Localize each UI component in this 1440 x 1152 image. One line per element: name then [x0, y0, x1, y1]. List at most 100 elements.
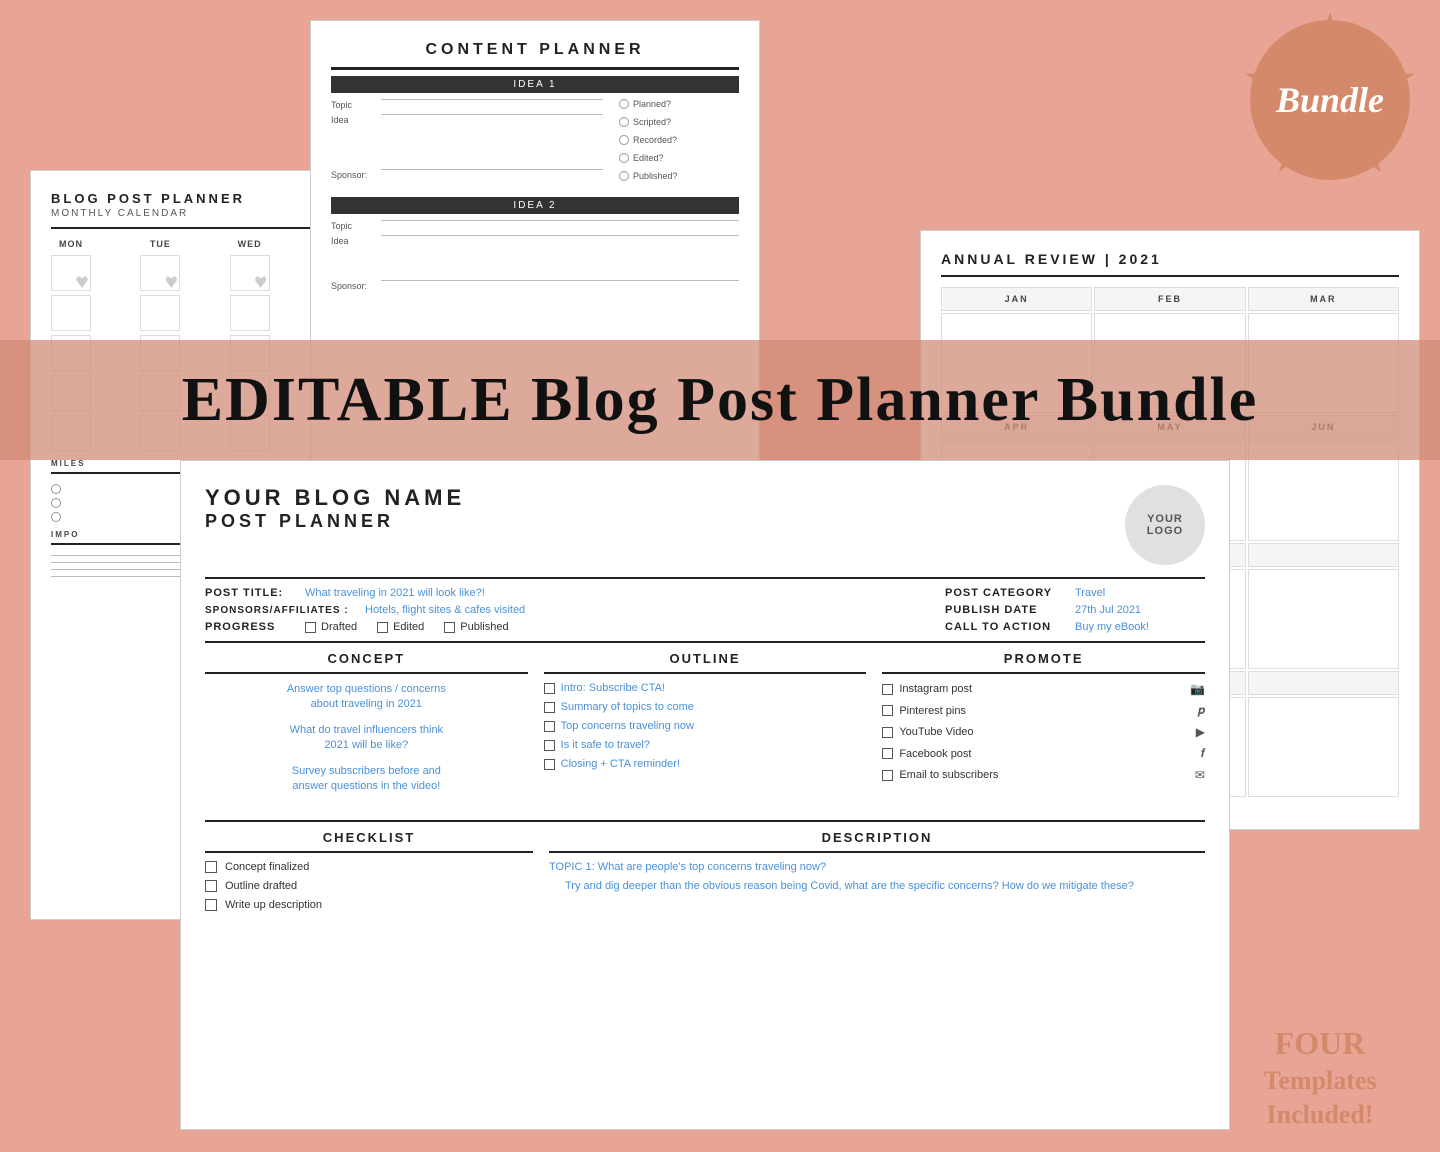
month-jan: JAN — [941, 287, 1092, 311]
month-blank-4 — [1248, 671, 1399, 695]
topic-label-2: Topic — [331, 220, 381, 231]
title-banner: EDITABLE Blog Post Planner Bundle — [0, 340, 1440, 460]
checklist-item-3: Write up description — [205, 899, 533, 911]
idea-label-2: Idea — [331, 235, 381, 246]
email-icon: ✉ — [1195, 768, 1205, 782]
four-templates-badge: FOUR Templates Included! — [1230, 1023, 1410, 1132]
post-title-label: POST TITLE: — [205, 587, 305, 599]
sponsor-field-1: Sponsor: — [331, 169, 603, 180]
checklist-item-1: Concept finalized — [205, 861, 533, 873]
outline-text-3: Top concerns traveling now — [561, 720, 694, 732]
progress-drafted: Drafted — [305, 621, 357, 633]
promote-item-1: Instagram post 📷 — [882, 682, 1205, 696]
outline-item-5: Closing + CTA reminder! — [544, 758, 867, 770]
logo-circle: YOURLOGO — [1125, 485, 1205, 565]
description-divider — [549, 851, 1205, 853]
pp-divider-2 — [205, 641, 1205, 643]
check-text-2: Outline drafted — [225, 880, 297, 892]
topic-field-2: Topic — [331, 220, 739, 231]
check-box-2 — [205, 880, 217, 892]
published-checkbox — [444, 622, 455, 633]
outline-col: OUTLINE Intro: Subscribe CTA! Summary of… — [544, 651, 867, 804]
idea-field-2: Idea — [331, 235, 739, 246]
promote-cb-4 — [882, 748, 893, 759]
facebook-icon: 𝒇 — [1201, 746, 1205, 761]
bundle-badge-text: Bundle — [1276, 79, 1384, 121]
pp-three-cols: CONCEPT Answer top questions / concernsa… — [205, 651, 1205, 804]
outline-text-5: Closing + CTA reminder! — [561, 758, 680, 770]
month-feb: FEB — [1094, 287, 1245, 311]
idea-line — [381, 114, 603, 115]
concept-col: CONCEPT Answer top questions / concernsa… — [205, 651, 528, 804]
outline-cb-4 — [544, 740, 555, 751]
cta-label: CALL TO ACTION — [945, 621, 1075, 633]
promote-col: PROMOTE Instagram post 📷 Pinterest pins … — [882, 651, 1205, 804]
cp-title: CONTENT PLANNER — [331, 41, 739, 59]
promote-cb-2 — [882, 705, 893, 716]
check-text-3: Write up description — [225, 899, 322, 911]
idea-line-2 — [381, 235, 739, 236]
cal-cell — [140, 255, 180, 291]
check-box-1 — [205, 861, 217, 873]
sponsors-value: Hotels, flight sites & cafes visited — [365, 604, 525, 616]
day-tue: TUE — [140, 239, 180, 249]
idea-label: Idea — [331, 114, 381, 125]
description-title: DESCRIPTION — [549, 830, 1205, 845]
pp-main-divider — [205, 577, 1205, 579]
promote-cb-5 — [882, 770, 893, 781]
promote-text-2: Pinterest pins — [899, 705, 1191, 717]
progress-label: PROGRESS — [205, 621, 305, 633]
promote-divider — [882, 672, 1205, 674]
edited-checkbox — [377, 622, 388, 633]
topic-label: Topic — [331, 99, 381, 110]
promote-title: PROMOTE — [882, 651, 1205, 666]
promote-item-5: Email to subscribers ✉ — [882, 768, 1205, 782]
idea-field-1: Idea — [331, 114, 603, 125]
check-box-3 — [205, 899, 217, 911]
sponsor-field-2: Sponsor: — [331, 280, 739, 291]
topic-line — [381, 99, 603, 100]
publish-date-value: 27th Jul 2021 — [1075, 604, 1141, 616]
concept-item-1: Answer top questions / concernsabout tra… — [205, 682, 528, 713]
pp-header: YOUR BLOG NAME POST PLANNER YOURLOGO — [205, 485, 1205, 565]
post-title-row: POST TITLE: What traveling in 2021 will … — [205, 587, 925, 599]
outline-item-1: Intro: Subscribe CTA! — [544, 682, 867, 694]
description-bullet: Try and dig deeper than the obvious reas… — [565, 879, 1205, 894]
blog-name: YOUR BLOG NAME — [205, 485, 465, 511]
promote-item-4: Facebook post 𝒇 — [882, 746, 1205, 761]
promote-text-1: Instagram post — [899, 683, 1184, 695]
outline-divider — [544, 672, 867, 674]
sponsors-label: SPONSORS/AFFILIATES : — [205, 605, 365, 616]
ar-title: ANNUAL REVIEW | 2021 — [941, 251, 1399, 267]
promote-cb-1 — [882, 684, 893, 695]
outline-item-4: Is it safe to travel? — [544, 739, 867, 751]
outline-item-3: Top concerns traveling now — [544, 720, 867, 732]
topic-line-2 — [381, 220, 739, 221]
cta-row: CALL TO ACTION Buy my eBook! — [945, 621, 1205, 633]
outline-cb-3 — [544, 721, 555, 732]
four-templates-line1: FOUR — [1230, 1023, 1410, 1065]
idea1-bar: IDEA 1 — [331, 76, 739, 93]
promote-item-3: YouTube Video ▶ — [882, 725, 1205, 739]
category-label: POST CATEGORY — [945, 587, 1075, 599]
youtube-icon: ▶ — [1196, 725, 1205, 739]
category-row: POST CATEGORY Travel — [945, 587, 1205, 599]
progress-row: PROGRESS Drafted Edited Published — [205, 621, 925, 633]
outline-text-2: Summary of topics to come — [561, 701, 694, 713]
bundle-badge: Bundle — [1250, 20, 1410, 180]
scripted-check: Scripted? — [619, 117, 739, 127]
concept-item-2: What do travel influencers think2021 wil… — [205, 723, 528, 754]
month-cell-blank-4 — [1248, 697, 1399, 797]
four-templates-line3: Included! — [1230, 1098, 1410, 1132]
four-templates-line2: Templates — [1230, 1064, 1410, 1098]
instagram-icon: 📷 — [1190, 682, 1205, 696]
category-value: Travel — [1075, 587, 1105, 599]
pp-names: YOUR BLOG NAME POST PLANNER — [205, 485, 465, 532]
publish-date-row: PUBLISH DATE 27th Jul 2021 — [945, 604, 1205, 616]
concept-item-3: Survey subscribers before andanswer ques… — [205, 764, 528, 795]
published-check: Published? — [619, 171, 739, 181]
month-blank-2 — [1248, 543, 1399, 567]
progress-edited: Edited — [377, 621, 424, 633]
cal-cell — [140, 295, 180, 331]
outline-cb-2 — [544, 702, 555, 713]
